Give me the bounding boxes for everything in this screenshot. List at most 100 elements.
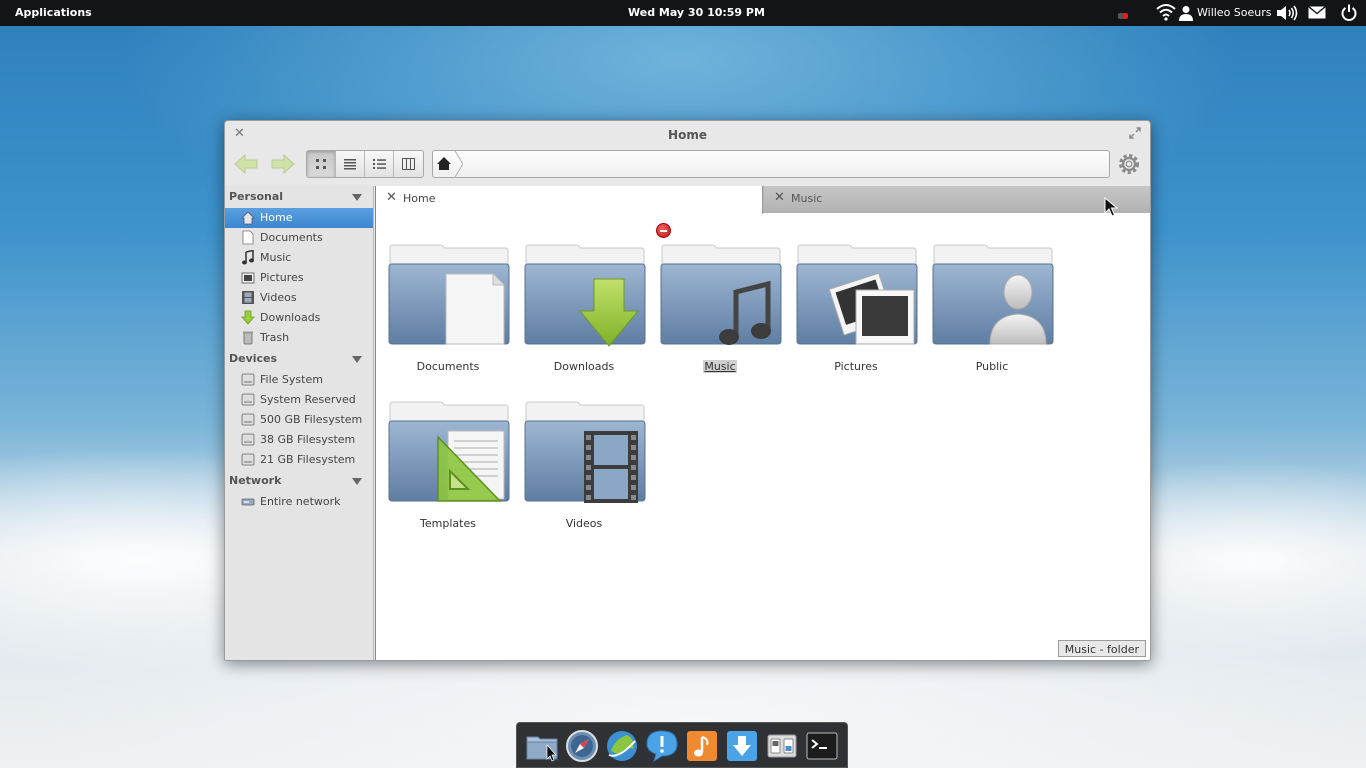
collapse-arrow-icon[interactable]	[352, 356, 362, 363]
folder-pictures[interactable]: Pictures	[794, 244, 918, 384]
folder-pictures-icon	[796, 244, 918, 345]
sidebar-item-downloads[interactable]: Downloads	[225, 308, 373, 328]
film-icon	[242, 291, 254, 304]
top-panel: Applications Wed May 30 10:59 PM Willeo …	[0, 0, 1366, 26]
sidebar-item-trash[interactable]: Trash	[225, 328, 373, 348]
sidebar-item-label: File System	[260, 373, 323, 386]
content-area[interactable]: ✕ Home ✕ Music Documents Downloads Music…	[375, 186, 1150, 660]
collapse-arrow-icon[interactable]	[352, 194, 362, 201]
folder-downloads-icon	[524, 244, 646, 347]
compass-icon[interactable]	[565, 729, 599, 763]
close-tab-icon[interactable]: ✕	[386, 190, 397, 205]
sidebar-item-label: System Reserved	[260, 393, 356, 406]
sidebar-item-label: Downloads	[260, 311, 321, 324]
folder-music-icon	[660, 244, 782, 345]
network-icon	[241, 498, 255, 506]
sidebar-item-38gb[interactable]: 38 GB Filesystem	[225, 430, 373, 450]
speech-bubble-icon[interactable]	[645, 729, 679, 763]
sidebar-item-label: Trash	[260, 331, 290, 344]
wifi-icon[interactable]	[1156, 3, 1176, 21]
column-view-button[interactable]	[394, 151, 423, 177]
sidebar-item-videos[interactable]: Videos	[225, 288, 373, 308]
folder-documents[interactable]: Documents	[386, 244, 510, 384]
terminal-icon[interactable]	[805, 729, 839, 763]
sidebar-item-entire-network[interactable]: Entire network	[225, 492, 373, 512]
file-manager-window: ✕ Home Personal Home Documents Music Pic…	[224, 120, 1151, 661]
folder-documents-icon	[388, 244, 510, 345]
tab-home[interactable]: ✕ Home	[376, 186, 763, 214]
columns-icon	[402, 158, 415, 170]
dock	[516, 722, 848, 768]
sidebar-item-system-reserved[interactable]: System Reserved	[225, 390, 373, 410]
sidebar-section-network[interactable]: Network	[225, 470, 373, 492]
power-icon[interactable]	[1341, 4, 1357, 21]
sidebar-section-personal[interactable]: Personal	[225, 186, 373, 208]
music-icon	[242, 250, 254, 265]
list-view-button[interactable]	[336, 151, 365, 177]
tab-music[interactable]: ✕ Music	[764, 186, 1150, 213]
sidebar-item-500gb[interactable]: 500 GB Filesystem	[225, 410, 373, 430]
drive-icon	[241, 413, 255, 426]
section-title: Personal	[229, 190, 284, 203]
folder-downloads[interactable]: Downloads	[522, 244, 646, 384]
folder-label-text[interactable]: Music	[703, 360, 737, 373]
details-view-button[interactable]	[365, 151, 394, 177]
folder-label: Downloads	[553, 360, 615, 373]
icon-view-button[interactable]	[307, 151, 336, 177]
user-icon[interactable]	[1179, 5, 1193, 21]
sidebar-item-file-system[interactable]: File System	[225, 370, 373, 390]
details-icon	[372, 159, 386, 169]
close-tab-icon[interactable]: ✕	[774, 190, 785, 205]
download-icon[interactable]	[725, 729, 759, 763]
sidebar-section-devices[interactable]: Devices	[225, 348, 373, 370]
path-bar[interactable]	[432, 150, 1110, 178]
sidebar-item-home[interactable]: Home	[225, 208, 373, 228]
sidebar-item-documents[interactable]: Documents	[225, 228, 373, 248]
volume-icon[interactable]	[1276, 4, 1298, 22]
folder-icon[interactable]	[525, 729, 559, 763]
folder-templates[interactable]: Templates	[386, 401, 510, 541]
folder-videos-icon	[524, 401, 646, 503]
mail-icon[interactable]	[1308, 6, 1326, 19]
section-title: Network	[229, 474, 282, 487]
clock[interactable]: Wed May 30 10:59 PM	[628, 6, 765, 19]
sidebar-item-pictures[interactable]: Pictures	[225, 268, 373, 288]
user-name[interactable]: Willeo Soeurs	[1197, 6, 1272, 19]
folder-label: Public	[975, 360, 1009, 373]
list-icon	[344, 159, 356, 170]
home-icon[interactable]	[433, 151, 463, 177]
folder-public[interactable]: Public	[930, 244, 1054, 384]
folder-label: Pictures	[834, 360, 878, 373]
globe-icon[interactable]	[605, 729, 639, 763]
document-icon	[242, 230, 254, 245]
drive-icon	[241, 453, 255, 466]
folder-label: Videos	[565, 517, 603, 530]
folder-videos[interactable]: Videos	[522, 401, 646, 541]
folder-label[interactable]: Music	[658, 360, 782, 373]
drive-icon	[241, 433, 255, 446]
sidebar-item-label: Documents	[260, 231, 323, 244]
grid-icon	[316, 159, 326, 169]
maximize-icon[interactable]	[1129, 127, 1141, 139]
arrow-left-icon[interactable]	[232, 152, 260, 176]
sidebar-item-music[interactable]: Music	[225, 248, 373, 268]
applications-menu[interactable]: Applications	[15, 6, 92, 19]
status-overlay: Music - folder	[1057, 640, 1146, 657]
folder-music[interactable]: Music	[658, 244, 782, 384]
remove-emblem-icon[interactable]	[656, 223, 671, 238]
music-note-icon[interactable]	[685, 729, 719, 763]
drive-icon	[241, 373, 255, 386]
titlebar[interactable]: ✕ Home	[225, 121, 1150, 149]
mouse-cursor-icon	[1104, 197, 1118, 217]
sidebar-item-label: 21 GB Filesystem	[260, 453, 356, 466]
tab-bar: ✕ Home ✕ Music	[376, 186, 1150, 214]
collapse-arrow-icon[interactable]	[352, 478, 362, 485]
folder-public-icon	[932, 244, 1054, 345]
arrow-right-icon[interactable]	[269, 152, 297, 176]
home-icon	[241, 211, 255, 225]
pictures-icon	[241, 272, 255, 284]
switches-icon[interactable]	[765, 729, 799, 763]
sidebar-item-21gb[interactable]: 21 GB Filesystem	[225, 450, 373, 470]
sidebar-item-label: 500 GB Filesystem	[260, 413, 363, 426]
gear-icon[interactable]	[1116, 151, 1142, 177]
